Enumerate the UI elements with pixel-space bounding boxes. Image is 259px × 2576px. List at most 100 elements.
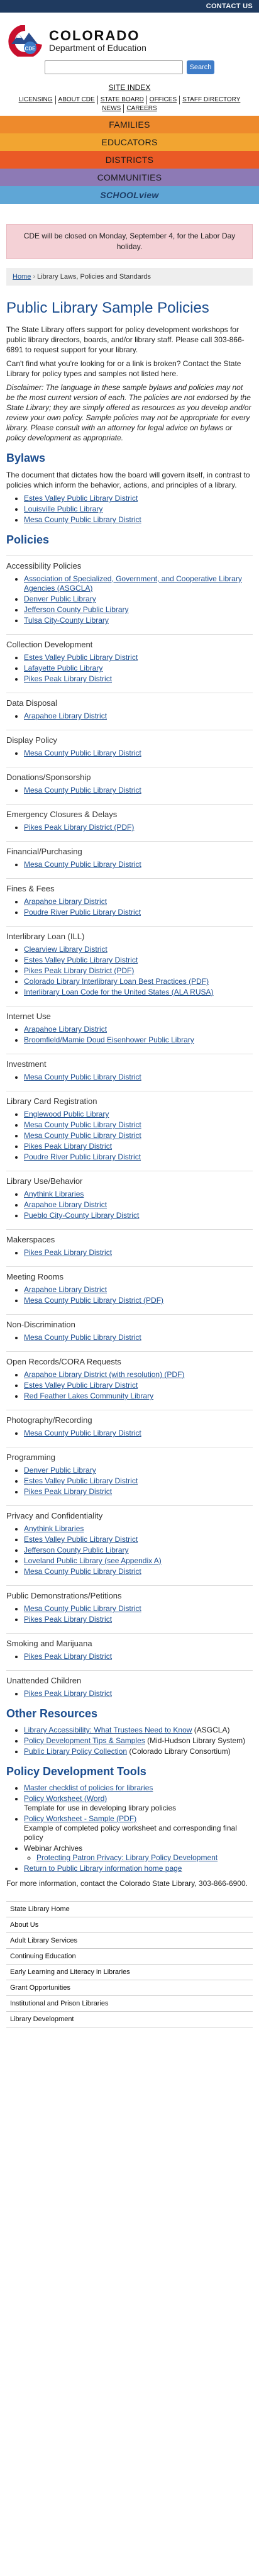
footer-nav-item[interactable]: Early Learning and Literacy in Libraries xyxy=(6,1965,253,1980)
list-item[interactable]: Loveland Public Library (see Appendix A) xyxy=(24,1556,253,1566)
utility-nav: LICENSING ABOUT CDE STATE BOARD OFFICES … xyxy=(0,92,259,116)
nav-offices[interactable]: OFFICES xyxy=(147,96,180,104)
list-item[interactable]: Pikes Peak Library District xyxy=(24,1142,253,1151)
list-item[interactable]: Interlibrary Loan Code for the United St… xyxy=(24,988,253,997)
list-item[interactable]: Mesa County Public Library District xyxy=(24,1429,253,1438)
list-item[interactable]: Pikes Peak Library District xyxy=(24,1487,253,1497)
list-item[interactable]: Arapahoe Library District xyxy=(24,1025,253,1034)
policy-link-list: Denver Public LibraryEstes Valley Public… xyxy=(24,1466,253,1497)
footer-nav-item[interactable]: Grant Opportunities xyxy=(6,1980,253,1996)
list-item[interactable]: Mesa County Public Library District xyxy=(24,1567,253,1576)
list-item[interactable]: Library Accessibility: What Trustees Nee… xyxy=(24,1726,253,1735)
list-item[interactable]: Pikes Peak Library District xyxy=(24,1248,253,1257)
list-item[interactable]: Lafayette Public Library xyxy=(24,664,253,673)
list-item[interactable]: Estes Valley Public Library District xyxy=(24,1381,253,1390)
list-item[interactable]: Arapahoe Library District xyxy=(24,1200,253,1210)
footer-nav-item[interactable]: Adult Library Services xyxy=(6,1933,253,1949)
list-item: Webinar Archives Protecting Patron Priva… xyxy=(24,1844,253,1863)
list-item[interactable]: Estes Valley Public Library District xyxy=(24,1476,253,1486)
list-item[interactable]: Pikes Peak Library District xyxy=(24,1615,253,1624)
policy-link-list: Anythink LibrariesEstes Valley Public Li… xyxy=(24,1524,253,1576)
list-item[interactable]: Louisville Public Library xyxy=(24,505,253,514)
list-item[interactable]: Mesa County Public Library District xyxy=(24,515,253,525)
list-item[interactable]: Colorado Library Interlibrary Loan Best … xyxy=(24,977,253,986)
intro-paragraph: The State Library offers support for pol… xyxy=(6,325,245,354)
list-item[interactable]: Pikes Peak Library District xyxy=(24,1689,253,1698)
list-item[interactable]: Denver Public Library xyxy=(24,594,253,604)
cde-logo[interactable]: CDE COLORADO Department of Education xyxy=(8,25,146,59)
top-bar: CONTACT US xyxy=(0,0,259,13)
nav-educators[interactable]: EDUCATORS xyxy=(0,133,259,151)
list-item[interactable]: Arapahoe Library District xyxy=(24,897,253,906)
nav-schoolview[interactable]: SCHOOLview xyxy=(0,186,259,204)
nav-state-board[interactable]: STATE BOARD xyxy=(98,96,147,104)
breadcrumb-home[interactable]: Home xyxy=(13,273,31,281)
list-item[interactable]: Policy Worksheet - Sample (PDF)Example o… xyxy=(24,1814,253,1843)
policy-group-title: Emergency Closures & Delays xyxy=(6,804,253,819)
list-item[interactable]: Poudre River Public Library District xyxy=(24,908,253,917)
nav-licensing[interactable]: LICENSING xyxy=(16,96,56,104)
list-item[interactable]: Estes Valley Public Library District xyxy=(24,653,253,662)
list-item[interactable]: Policy Worksheet (Word)Template for use … xyxy=(24,1794,253,1813)
footer-nav-item[interactable]: Continuing Education xyxy=(6,1949,253,1965)
list-item[interactable]: Public Library Policy Collection (Colora… xyxy=(24,1747,253,1756)
nav-about-cde[interactable]: ABOUT CDE xyxy=(56,96,98,104)
list-item[interactable]: Anythink Libraries xyxy=(24,1524,253,1534)
list-item[interactable]: Policy Development Tips & Samples (Mid-H… xyxy=(24,1736,253,1746)
policy-link-list: Arapahoe Library District Poudre River Pu… xyxy=(24,897,253,917)
list-item[interactable]: Return to Public Library information hom… xyxy=(24,1864,253,1873)
list-item[interactable]: Master checklist of policies for librari… xyxy=(24,1783,253,1793)
list-item[interactable]: Arapahoe Library District xyxy=(24,711,253,721)
bylaws-description: The document that dictates how the board… xyxy=(6,471,250,489)
list-item[interactable]: Mesa County Public Library District xyxy=(24,1073,253,1082)
list-item[interactable]: Mesa County Public Library District xyxy=(24,786,253,795)
nav-staff-directory[interactable]: STAFF DIRECTORY xyxy=(180,96,243,104)
list-item[interactable]: Englewood Public Library xyxy=(24,1110,253,1119)
list-item[interactable]: Tulsa City-County Library xyxy=(24,616,253,625)
list-item[interactable]: Mesa County Public Library District xyxy=(24,1604,253,1614)
footer-nav-item[interactable]: About Us xyxy=(6,1917,253,1933)
footer-nav-item[interactable]: Institutional and Prison Libraries xyxy=(6,1996,253,2012)
list-item[interactable]: Broomfield/Mamie Doud Eisenhower Public … xyxy=(24,1035,253,1045)
nav-districts[interactable]: DISTRICTS xyxy=(0,151,259,169)
list-item[interactable]: Pikes Peak Library District xyxy=(24,1652,253,1661)
list-item[interactable]: Mesa County Public Library District xyxy=(24,1131,253,1140)
list-item[interactable]: Poudre River Public Library District xyxy=(24,1152,253,1162)
nav-careers[interactable]: CAREERS xyxy=(124,104,159,113)
policy-group-title: Public Demonstrations/Petitions xyxy=(6,1585,253,1600)
nav-families[interactable]: FAMILIES xyxy=(0,116,259,133)
list-item[interactable]: Jefferson County Public Library xyxy=(24,1546,253,1555)
nav-news[interactable]: NEWS xyxy=(99,104,124,113)
list-item[interactable]: Estes Valley Public Library District xyxy=(24,1535,253,1544)
nav-communities[interactable]: COMMUNITIES xyxy=(0,169,259,186)
tools-list: Master checklist of policies for librari… xyxy=(24,1783,253,1873)
footer-nav-item[interactable]: Library Development xyxy=(6,2012,253,2027)
list-item[interactable]: Red Feather Lakes Community Library xyxy=(24,1391,253,1401)
list-item[interactable]: Anythink Libraries xyxy=(24,1190,253,1199)
list-item[interactable]: Pikes Peak Library District (PDF) xyxy=(24,823,253,832)
list-item[interactable]: Association of Specialized, Government, … xyxy=(24,574,253,593)
list-item[interactable]: Pueblo City-County Library District xyxy=(24,1211,253,1220)
footer-nav-item[interactable]: State Library Home xyxy=(6,1902,253,1917)
list-item[interactable]: Estes Valley Public Library District xyxy=(24,956,253,965)
list-item[interactable]: Mesa County Public Library District (PDF… xyxy=(24,1296,253,1305)
site-index-link[interactable]: SITE INDEX xyxy=(0,83,259,92)
list-item[interactable]: Pikes Peak Library District xyxy=(24,674,253,684)
list-item[interactable]: Protecting Patron Privacy: Library Polic… xyxy=(36,1853,253,1863)
contact-us-link[interactable]: CONTACT US xyxy=(206,3,253,10)
policy-link-list: Mesa County Public Library DistrictPikes… xyxy=(24,1604,253,1624)
list-item[interactable]: Denver Public Library xyxy=(24,1466,253,1475)
list-item[interactable]: Mesa County Public Library District xyxy=(24,860,253,869)
list-item[interactable]: Pikes Peak Library District (PDF) xyxy=(24,966,253,976)
logo-badge: CDE xyxy=(25,46,36,52)
list-item[interactable]: Mesa County Public Library District xyxy=(24,1333,253,1342)
search-input[interactable] xyxy=(45,60,183,74)
list-item[interactable]: Arapahoe Library District xyxy=(24,1285,253,1295)
list-item[interactable]: Mesa County Public Library District xyxy=(24,749,253,758)
list-item[interactable]: Jefferson County Public Library xyxy=(24,605,253,615)
list-item[interactable]: Estes Valley Public Library District xyxy=(24,494,253,503)
list-item[interactable]: Clearview Library District xyxy=(24,945,253,954)
list-item[interactable]: Mesa County Public Library District xyxy=(24,1120,253,1130)
list-item[interactable]: Arapahoe Library District (with resoluti… xyxy=(24,1370,253,1380)
search-button[interactable]: Search xyxy=(187,60,214,74)
